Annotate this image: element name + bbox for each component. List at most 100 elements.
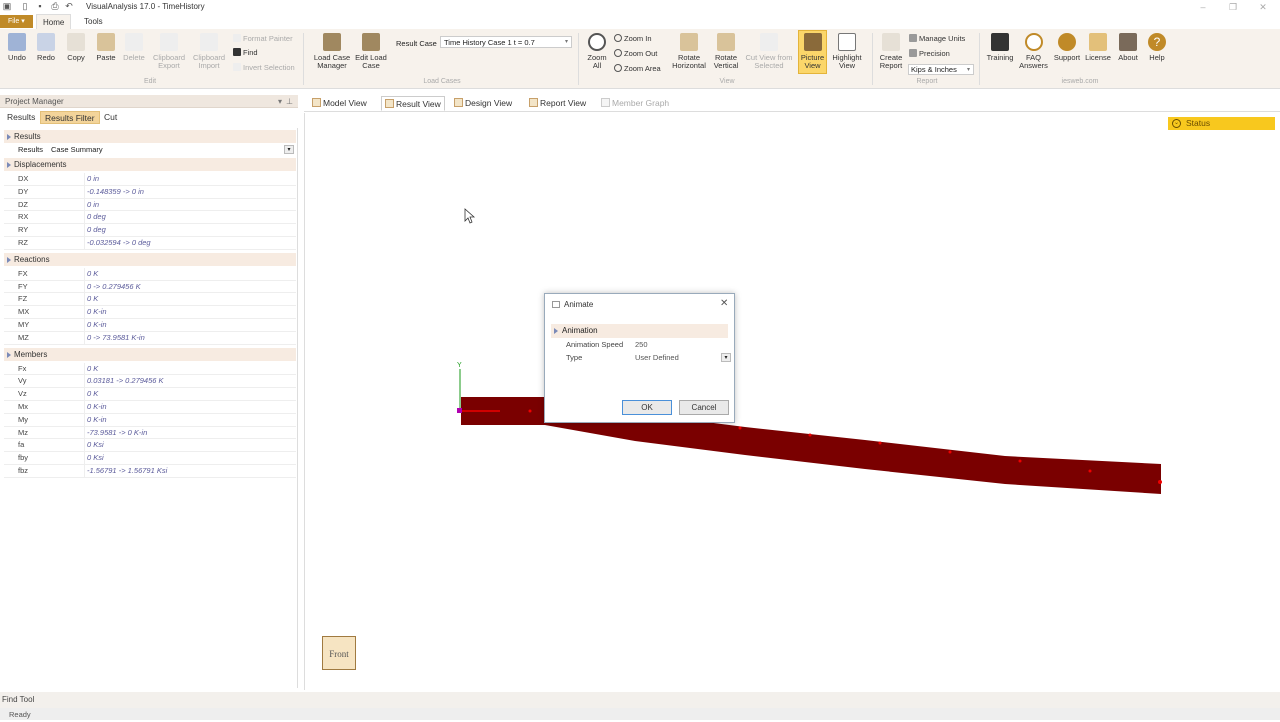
tab-member-graph[interactable]: Member Graph [598, 96, 672, 111]
help-button[interactable]: ? Help [1144, 31, 1170, 62]
dropdown-arrow-icon[interactable]: ▾ [284, 145, 294, 154]
faq-button[interactable]: FAQ Answers [1017, 31, 1050, 70]
tab-cut[interactable]: Cut [100, 111, 121, 124]
save-icon[interactable]: ▪ [35, 1, 45, 11]
result-row[interactable]: Mx 0 K-in [4, 401, 296, 414]
support-button[interactable]: Support [1052, 31, 1082, 62]
paste-button[interactable]: Paste [92, 31, 120, 62]
file-tab[interactable]: File ▾ [0, 15, 33, 28]
dropdown-arrow-icon[interactable]: ▾ [721, 353, 731, 362]
redo-button[interactable]: Redo [33, 31, 59, 62]
result-row[interactable]: MY 0 K-in [4, 319, 296, 332]
zoom-in-icon [614, 34, 622, 42]
clipboard-import-button[interactable]: Clipboard Import [190, 31, 228, 70]
minimize-icon[interactable]: – [1196, 2, 1210, 12]
result-row[interactable]: FY 0 -> 0.279456 K [4, 280, 296, 294]
model-canvas[interactable]: Y [305, 113, 1280, 690]
invert-selection-button[interactable]: Invert Selection [233, 63, 295, 72]
result-row[interactable]: Mz -73.9581 -> 0 K-in [4, 426, 296, 440]
tab-home[interactable]: Home [36, 14, 72, 29]
find-tool-bar[interactable]: Find Tool [0, 692, 1280, 708]
zoom-area-button[interactable]: Zoom Area [614, 64, 661, 73]
zoom-in-button[interactable]: Zoom In [614, 34, 652, 43]
close-window-icon[interactable]: ✕ [1256, 2, 1270, 13]
rotate-vertical-button[interactable]: Rotate Vertical [710, 31, 742, 70]
new-icon[interactable]: ▯ [20, 1, 30, 11]
section-reactions[interactable]: Reactions [4, 252, 296, 266]
result-row[interactable]: RY 0 deg [4, 224, 296, 237]
copy-button[interactable]: Copy [62, 31, 90, 62]
tab-report-view[interactable]: Report View [526, 96, 589, 111]
find-button[interactable]: Find [233, 48, 258, 57]
result-case-select[interactable]: Time History Case 1 t = 0.7 ▾ [440, 36, 572, 48]
license-button[interactable]: License [1084, 31, 1112, 62]
precision-button[interactable]: Precision [909, 49, 950, 58]
rotate-horizontal-button[interactable]: Rotate Horizontal [668, 31, 710, 70]
beam-node[interactable] [528, 409, 532, 413]
edit-load-case-button[interactable]: Edit Load Case [353, 31, 389, 70]
result-row[interactable]: DY -0.148359 -> 0 in [4, 185, 296, 199]
zoom-out-button[interactable]: Zoom Out [614, 49, 657, 58]
result-row[interactable]: RZ -0.032594 -> 0 deg [4, 237, 296, 250]
beam-node[interactable] [738, 426, 742, 430]
beam-node[interactable] [1088, 469, 1092, 473]
delete-button[interactable]: Delete [121, 31, 147, 62]
result-row[interactable]: MZ 0 -> 73.9581 K-in [4, 331, 296, 345]
section-results[interactable]: Results [4, 130, 296, 143]
status-button[interactable]: ⌄ Status [1168, 117, 1275, 130]
load-case-manager-button[interactable]: Load Case Manager [312, 31, 352, 70]
about-button[interactable]: About [1114, 31, 1142, 62]
cancel-button[interactable]: Cancel [679, 400, 729, 415]
create-report-button[interactable]: Create Report [876, 31, 906, 70]
highlight-view-button[interactable]: Highlight View [829, 31, 865, 70]
section-animation[interactable]: Animation [551, 324, 728, 338]
animation-speed-input[interactable]: 250 [635, 339, 648, 351]
pin-icon[interactable]: ⊥ [286, 95, 293, 108]
front-view-cube[interactable]: Front [322, 636, 356, 670]
result-row[interactable]: DX 0 in [4, 173, 296, 186]
tab-model-view[interactable]: Model View [309, 96, 370, 111]
beam-node[interactable] [878, 441, 882, 445]
clipboard-export-button[interactable]: Clipboard Export [150, 31, 188, 70]
ok-button[interactable]: OK [622, 400, 672, 415]
model-viewport[interactable]: Y [304, 113, 1280, 690]
picture-view-button[interactable]: Picture View [798, 30, 827, 74]
print-icon[interactable]: ⎙ [50, 1, 60, 11]
beam-end-node[interactable] [1158, 480, 1162, 484]
tab-design-view[interactable]: Design View [451, 96, 515, 111]
result-row[interactable]: FZ 0 K [4, 293, 296, 307]
training-button[interactable]: Training [985, 31, 1015, 62]
beam-node[interactable] [1018, 459, 1022, 463]
tab-results[interactable]: Results [3, 111, 39, 124]
result-row[interactable]: DZ 0 in [4, 198, 296, 212]
section-displacements[interactable]: Displacements [4, 158, 296, 171]
result-row[interactable]: RX 0 deg [4, 211, 296, 225]
tab-results-filter[interactable]: Results Filter [40, 111, 100, 124]
undo-button[interactable]: Undo [4, 31, 30, 62]
results-selector-row[interactable]: Results Case Summary ▾ [4, 144, 296, 156]
units-select[interactable]: Kips & Inches ▾ [908, 64, 974, 75]
restore-icon[interactable]: ❐ [1226, 2, 1240, 13]
tab-result-view[interactable]: Result View [381, 96, 445, 111]
type-select[interactable]: User Defined [635, 352, 679, 364]
cut-view-button[interactable]: Cut View from Selected [742, 31, 796, 70]
tab-tools[interactable]: Tools [78, 14, 109, 29]
format-painter-button[interactable]: Format Painter [233, 34, 293, 43]
section-members[interactable]: Members [4, 347, 296, 361]
undo-quick-icon[interactable]: ↶ [64, 1, 74, 11]
result-row[interactable]: Fx 0 K [4, 362, 296, 376]
result-row[interactable]: fbz -1.56791 -> 1.56791 Ksi [4, 465, 296, 478]
result-row[interactable]: Vz 0 K [4, 388, 296, 401]
result-row[interactable]: fby 0 Ksi [4, 452, 296, 465]
zoom-all-button[interactable]: Zoom All [583, 31, 611, 70]
result-row[interactable]: Vy 0.03181 -> 0.279456 K [4, 375, 296, 389]
result-row[interactable]: FX 0 K [4, 267, 296, 281]
result-row[interactable]: MX 0 K-in [4, 306, 296, 319]
beam-node[interactable] [808, 433, 812, 437]
result-row[interactable]: fa 0 Ksi [4, 439, 296, 453]
beam-node[interactable] [948, 450, 952, 454]
manage-units-button[interactable]: Manage Units [909, 34, 965, 43]
close-icon[interactable]: ✕ [720, 298, 728, 309]
result-row[interactable]: My 0 K-in [4, 413, 296, 427]
chevron-down-icon[interactable]: ▾ [278, 95, 282, 108]
